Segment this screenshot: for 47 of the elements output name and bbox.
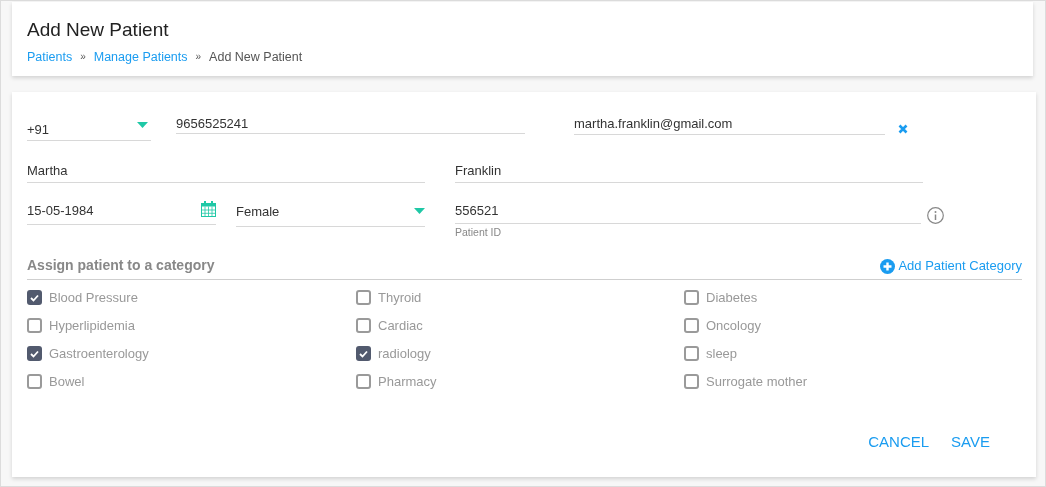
checkbox-label: Oncology bbox=[706, 317, 761, 335]
checkbox-label: Hyperlipidemia bbox=[49, 317, 135, 335]
checkbox-label: sleep bbox=[706, 345, 738, 363]
section-title: Assign patient to a category bbox=[27, 255, 215, 275]
check-icon bbox=[30, 293, 39, 302]
separator-icon: » bbox=[195, 49, 202, 65]
checkbox-label: Surrogate mother bbox=[706, 373, 808, 391]
country-code-select[interactable]: +91 bbox=[27, 114, 151, 141]
checkbox[interactable] bbox=[356, 318, 371, 334]
separator-icon: » bbox=[80, 49, 86, 65]
checkbox-label: Gastroenterology bbox=[49, 345, 149, 363]
breadcrumb-current: Add New Patient bbox=[209, 49, 303, 65]
info-icon[interactable] bbox=[927, 207, 944, 224]
checkbox[interactable] bbox=[27, 346, 42, 362]
checkbox[interactable] bbox=[356, 374, 371, 390]
close-icon[interactable] bbox=[898, 124, 908, 134]
helper-text: Patient ID bbox=[455, 225, 503, 240]
checkbox[interactable] bbox=[684, 374, 699, 390]
checkbox[interactable] bbox=[356, 290, 371, 306]
date-field[interactable]: 15-05-1984 bbox=[27, 201, 216, 225]
plus-circle-icon bbox=[880, 258, 896, 274]
checkbox[interactable] bbox=[27, 318, 42, 334]
phone-field[interactable]: 9656525241 bbox=[176, 114, 525, 134]
caret-icon bbox=[137, 122, 148, 128]
checkbox[interactable] bbox=[356, 346, 371, 362]
gender-select[interactable]: Female bbox=[236, 201, 425, 227]
checkbox[interactable] bbox=[27, 290, 42, 306]
checkbox-label: Bowel bbox=[49, 373, 85, 391]
checkbox-label: Thyroid bbox=[378, 289, 422, 307]
check-icon bbox=[359, 349, 368, 358]
checkbox-label: radiology bbox=[378, 345, 431, 363]
first-name-field[interactable]: Martha bbox=[27, 161, 425, 183]
check-icon bbox=[30, 349, 39, 358]
page-title: Add New Patient bbox=[27, 18, 170, 42]
calendar-icon[interactable] bbox=[201, 201, 216, 217]
checkbox-label: Pharmacy bbox=[378, 373, 437, 391]
checkbox-label: Diabetes bbox=[706, 289, 758, 307]
last-name-field[interactable]: Franklin bbox=[455, 161, 923, 183]
checkbox[interactable] bbox=[684, 346, 699, 362]
patient-id-field[interactable]: 556521 bbox=[455, 201, 921, 224]
checkbox-label: Blood Pressure bbox=[49, 289, 138, 307]
checkbox[interactable] bbox=[684, 290, 699, 306]
checkbox[interactable] bbox=[27, 374, 42, 390]
email-field[interactable]: martha.franklin@gmail.com bbox=[574, 114, 885, 135]
checkbox[interactable] bbox=[684, 318, 699, 334]
checkbox-label: Cardiac bbox=[378, 317, 423, 335]
caret-icon bbox=[414, 208, 425, 214]
